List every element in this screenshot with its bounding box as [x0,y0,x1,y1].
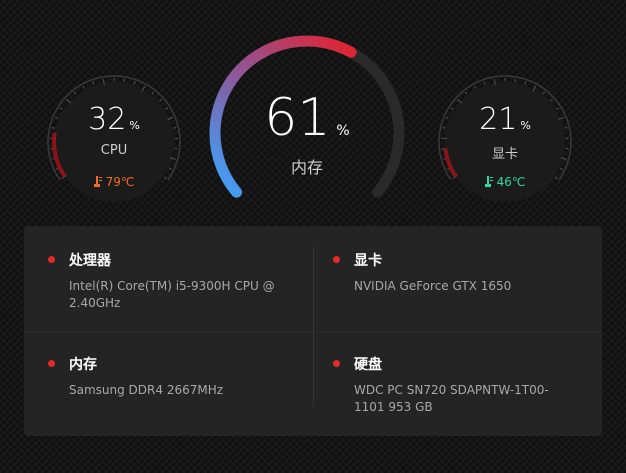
bullet-dot-icon [48,256,55,263]
panel-divider-vertical [313,246,314,406]
cpu-gauge-tick [82,85,86,89]
gpu-gauge: 21% 显卡 46℃ [431,75,579,202]
gpu-gauge-tick [559,167,564,170]
spec-disk-value: WDC PC SN720 SDAPNTW-1T00-1101 953 GB [354,383,549,414]
cpu-temperature-value: 79℃ [105,175,135,189]
spec-memory-title: 内存 [69,357,97,373]
hardware-info-panel: 处理器 Intel(R) Core(TM) i5-9300H CPU @ 2.4… [24,226,602,436]
bullet-dot-icon [48,360,55,367]
gpu-gauge-tick [514,78,517,82]
gpu-gauge-tick [464,91,468,95]
cpu-temperature: 79℃ [40,175,188,189]
cpu-usage-value: 32 [88,102,127,137]
gpu-gauge-tick [473,85,477,89]
cpu-gauge: 32% CPU 79℃ [40,75,188,202]
spec-gpu-value: NVIDIA GeForce GTX 1650 [354,279,512,293]
memory-gauge: 61% 内存 [205,35,409,200]
gpu-usage-unit: % [520,119,531,132]
spec-memory-value: Samsung DDR4 2667MHz [69,383,224,397]
cpu-gauge-tick [73,91,77,95]
gpu-gauge-tick [542,91,546,95]
gpu-gauge-tick [550,98,553,102]
gpu-label: 显卡 [491,147,518,162]
spec-cpu-value: Intel(R) Core(TM) i5-9300H CPU @ 2.40GHz [69,279,275,310]
spec-cpu-title: 处理器 [69,253,111,269]
cpu-gauge-tick [159,98,162,102]
bullet-dot-icon [333,256,340,263]
cpu-gauge-tick [168,167,173,170]
memory-label: 内存 [290,158,323,177]
spec-disk-title: 硬盘 [354,357,382,373]
cpu-usage-unit: % [129,119,140,132]
cpu-label: CPU [100,143,128,158]
gpu-temperature: 46℃ [431,175,579,189]
cpu-gauge-tick [92,81,95,85]
thermometer-icon [484,176,493,187]
gpu-gauge-tick [524,81,527,85]
panel-divider-horizontal [24,331,602,332]
memory-usage-value: 61 [264,88,331,148]
gpu-temperature-value: 46℃ [496,175,526,189]
thermometer-icon [93,176,102,187]
gpu-gauge-tick [483,81,486,85]
memory-usage-unit: % [336,123,350,139]
cpu-gauge-tick [151,91,155,95]
cpu-gauge-tick [123,78,126,82]
gpu-usage-value: 21 [479,102,518,137]
spec-gpu-title: 显卡 [354,253,382,269]
bullet-dot-icon [333,360,340,367]
cpu-gauge-tick [133,81,136,85]
